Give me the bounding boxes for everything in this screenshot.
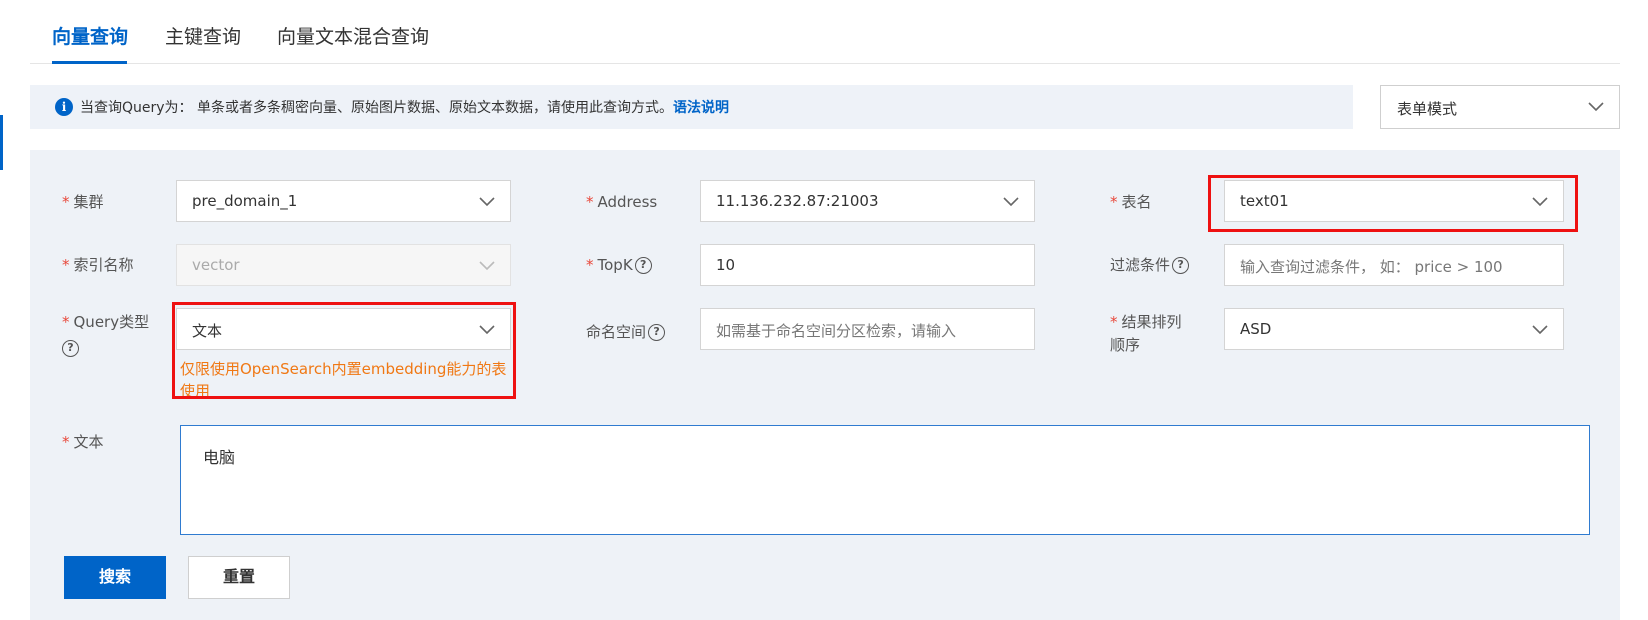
topk-label: * TopK? [586, 253, 652, 277]
query-tabs: 向量查询 主键查询 向量文本混合查询 [30, 0, 1620, 64]
tab-primary-key-query[interactable]: 主键查询 [165, 22, 241, 49]
sort-order-label-line2: 顺序 [1110, 336, 1141, 354]
namespace-placeholder: 如需基于命名空间分区检索，请输入 [716, 322, 957, 340]
info-text: 当查询Query为： 单条或者多条稠密向量、原始图片数据、原始文本数据，请使用此… [80, 97, 729, 117]
chevron-down-icon [479, 197, 495, 207]
search-button[interactable]: 搜索 [64, 556, 166, 599]
mode-select-value: 表单模式 [1397, 100, 1458, 118]
help-icon[interactable]: ? [634, 257, 652, 274]
sort-order-value: ASD [1240, 320, 1272, 338]
left-accent-bar [0, 115, 3, 170]
text-label: * 文本 [62, 433, 104, 451]
info-message: 当查询Query为： 单条或者多条稠密向量、原始图片数据、原始文本数据，请使用此… [80, 100, 673, 116]
tab-vector-query[interactable]: 向量查询 [52, 22, 128, 49]
namespace-label: 命名空间? [586, 320, 666, 344]
topk-value: 10 [716, 256, 736, 274]
index-name-value: vector [192, 256, 240, 274]
index-name-label: * 索引名称 [62, 256, 134, 274]
highlight-box-table [1208, 175, 1578, 232]
cluster-label: * 集群 [62, 193, 104, 211]
chevron-down-icon [1588, 102, 1604, 112]
table-name-label: * 表名 [1110, 193, 1152, 211]
chevron-down-icon [479, 261, 495, 271]
tab-hybrid-query[interactable]: 向量文本混合查询 [277, 22, 429, 49]
query-text-value: 电脑 [203, 448, 236, 467]
filter-input[interactable]: 输入查询过滤条件， 如： price > 100 [1224, 244, 1564, 286]
cluster-select[interactable]: pre_domain_1 [176, 180, 511, 222]
reset-button[interactable]: 重置 [188, 556, 290, 599]
info-icon: i [55, 98, 73, 116]
active-tab-indicator [52, 61, 127, 64]
filter-placeholder: 输入查询过滤条件， 如： price > 100 [1240, 258, 1503, 276]
index-name-select[interactable]: vector [176, 244, 511, 286]
help-icon[interactable]: ? [648, 324, 666, 341]
help-icon[interactable]: ? [62, 340, 79, 357]
sort-order-select[interactable]: ASD [1224, 308, 1564, 350]
query-text-area[interactable]: 电脑 [180, 425, 1590, 535]
highlight-box-query-type [172, 302, 516, 399]
chevron-down-icon [1532, 325, 1548, 335]
address-value: 11.136.232.87:21003 [716, 192, 879, 210]
info-banner: i 当查询Query为： 单条或者多条稠密向量、原始图片数据、原始文本数据，请使… [30, 85, 1353, 129]
query-type-help: ? [62, 336, 79, 360]
filter-label: 过滤条件? [1110, 253, 1190, 277]
chevron-down-icon [1003, 197, 1019, 207]
syntax-help-link[interactable]: 语法说明 [673, 100, 729, 116]
help-icon[interactable]: ? [1172, 257, 1190, 274]
namespace-input[interactable]: 如需基于命名空间分区检索，请输入 [700, 308, 1035, 350]
topk-input[interactable]: 10 [700, 244, 1035, 286]
address-label: * Address [586, 193, 658, 211]
mode-select[interactable]: 表单模式 [1380, 85, 1620, 129]
address-select[interactable]: 11.136.232.87:21003 [700, 180, 1035, 222]
query-type-label: * Query类型 [62, 313, 150, 331]
cluster-value: pre_domain_1 [192, 192, 298, 210]
sort-order-label: * 结果排列 [1110, 313, 1182, 331]
